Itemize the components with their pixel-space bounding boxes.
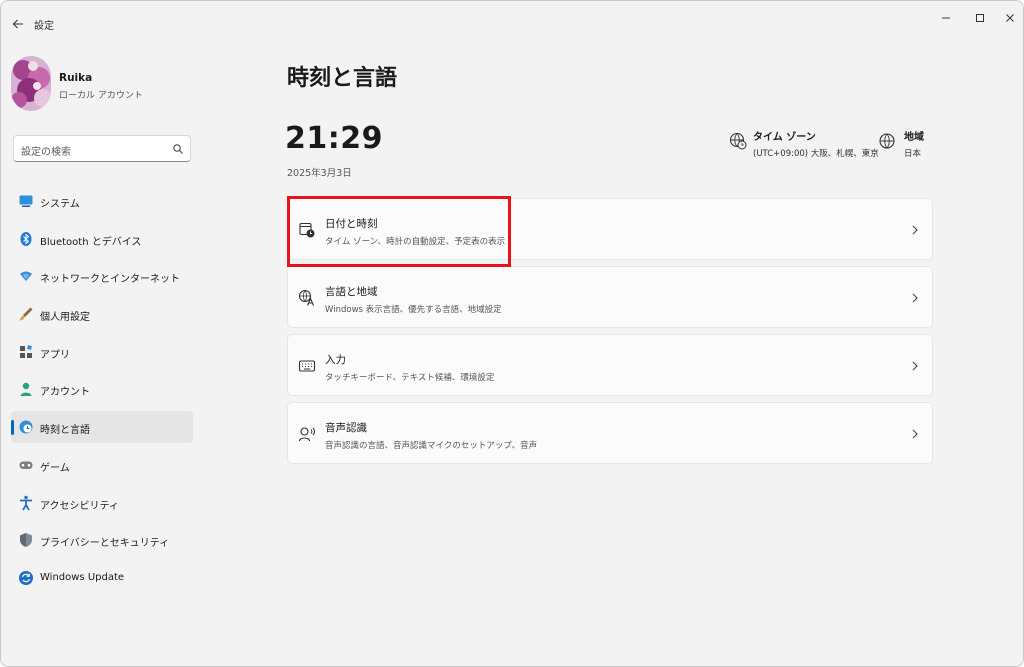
app-title: 設定 [34, 21, 54, 32]
sidebar-nav: システム Bluetooth とデバイス ネットワークとインターネット 個人用設… [11, 185, 193, 600]
sidebar-item-label: システム [40, 199, 80, 210]
person-icon [20, 383, 32, 397]
card-title: 音声認識 [325, 422, 367, 434]
keyboard-icon [298, 360, 316, 372]
accessibility-icon [20, 495, 32, 510]
card-title: 入力 [325, 354, 346, 366]
sidebar-item-label: 個人用設定 [40, 312, 90, 324]
sidebar-item-accessibility[interactable]: アクセシビリティ [11, 487, 193, 519]
search-box[interactable]: 設定の検索 [13, 135, 191, 162]
brush-icon [19, 307, 33, 321]
date-time-card[interactable]: 日付と時刻 タイム ゾーン、時計の自動設定、予定表の表示 [287, 198, 933, 260]
sidebar-item-label: プライバシーとセキュリティ [40, 538, 170, 550]
sidebar-item-gaming[interactable]: ゲーム [11, 449, 193, 481]
card-subtitle: タイム ゾーン、時計の自動設定、予定表の表示 [325, 237, 506, 247]
close-icon [1006, 14, 1014, 22]
bluetooth-icon [20, 231, 32, 246]
sidebar-item-label: Windows Update [40, 571, 125, 583]
region-label: 地域 [904, 132, 924, 143]
sidebar-item-windows-update[interactable]: Windows Update [11, 562, 193, 594]
current-date: 2025年3月3日 [287, 168, 352, 179]
language-region-card[interactable]: 言語と地域 Windows 表示言語、優先する言語、地域設定 [287, 266, 933, 328]
settings-window: 設定 Ruika ローカル アカウント 設定の検索 システム Bluetooth… [0, 0, 1024, 667]
sidebar-item-label: アクセシビリティ [40, 500, 119, 512]
title-bar: 設定 [1, 1, 1023, 45]
typing-card[interactable]: 入力 タッチキーボード、テキスト候補、環境設定 [287, 334, 933, 396]
close-button[interactable] [997, 9, 1023, 27]
update-icon [19, 570, 33, 585]
current-time: 21:29 [285, 121, 383, 156]
avatar-image [11, 56, 51, 111]
account-type: ローカル アカウント [59, 91, 143, 101]
chevron-right-icon [912, 225, 918, 235]
sidebar-item-label: ゲーム [40, 462, 70, 474]
selection-indicator [11, 420, 14, 436]
speech-icon [298, 427, 315, 442]
gamepad-icon [19, 461, 33, 469]
globe-icon [879, 133, 895, 149]
card-subtitle: タッチキーボード、テキスト候補、環境設定 [325, 373, 495, 383]
region-value: 日本 [904, 149, 922, 159]
sidebar-item-apps[interactable]: アプリ [11, 336, 193, 368]
page-title: 時刻と言語 [287, 66, 398, 91]
shield-icon [20, 533, 32, 548]
card-title: 日付と時刻 [325, 218, 378, 230]
minimize-icon [942, 17, 950, 19]
sidebar-item-label: アプリ [40, 349, 70, 361]
card-subtitle: 音声認識の言語、音声認識マイクのセットアップ、音声 [325, 441, 538, 451]
back-button[interactable] [9, 15, 27, 33]
sidebar-item-bluetooth[interactable]: Bluetooth とデバイス [11, 223, 193, 255]
search-input[interactable]: 設定の検索 [21, 143, 71, 158]
apps-icon [20, 344, 32, 358]
globe-clock-icon [729, 132, 747, 150]
timezone-label: タイム ゾーン [753, 132, 816, 143]
card-subtitle: Windows 表示言語、優先する言語、地域設定 [325, 305, 502, 315]
sidebar-item-accounts[interactable]: アカウント [11, 373, 193, 405]
wifi-diamond-icon [20, 271, 32, 282]
sidebar-item-system[interactable]: システム [11, 185, 193, 217]
speech-card[interactable]: 音声認識 音声認識の言語、音声認識マイクのセットアップ、音声 [287, 402, 933, 464]
search-icon[interactable] [172, 143, 184, 155]
maximize-icon [976, 14, 984, 22]
avatar[interactable] [11, 56, 51, 111]
sidebar-item-label: Bluetooth とデバイス [40, 236, 142, 248]
chevron-right-icon [912, 293, 918, 303]
chevron-right-icon [912, 429, 918, 439]
arrow-left-icon [12, 19, 23, 29]
sidebar-item-label: 時刻と言語 [40, 425, 90, 437]
minimize-button[interactable] [933, 9, 959, 27]
calendar-clock-icon [299, 222, 315, 238]
language-icon [298, 289, 315, 306]
sidebar-item-label: ネットワークとインターネット [40, 274, 180, 286]
user-name: Ruika [59, 72, 93, 84]
system-monitor-icon [19, 195, 33, 207]
sidebar-item-personalization[interactable]: 個人用設定 [11, 298, 193, 330]
sidebar-item-label: アカウント [40, 387, 90, 399]
timezone-value: (UTC+09:00) 大阪、札幌、東京 [753, 149, 879, 159]
sidebar-item-privacy[interactable]: プライバシーとセキュリティ [11, 524, 193, 556]
sidebar-item-time-language[interactable]: 時刻と言語 [11, 411, 193, 444]
card-title: 言語と地域 [325, 286, 378, 298]
chevron-right-icon [912, 361, 918, 371]
globe-clock-icon [19, 420, 33, 434]
maximize-button[interactable] [967, 9, 993, 27]
sidebar-item-network[interactable]: ネットワークとインターネット [11, 260, 193, 292]
